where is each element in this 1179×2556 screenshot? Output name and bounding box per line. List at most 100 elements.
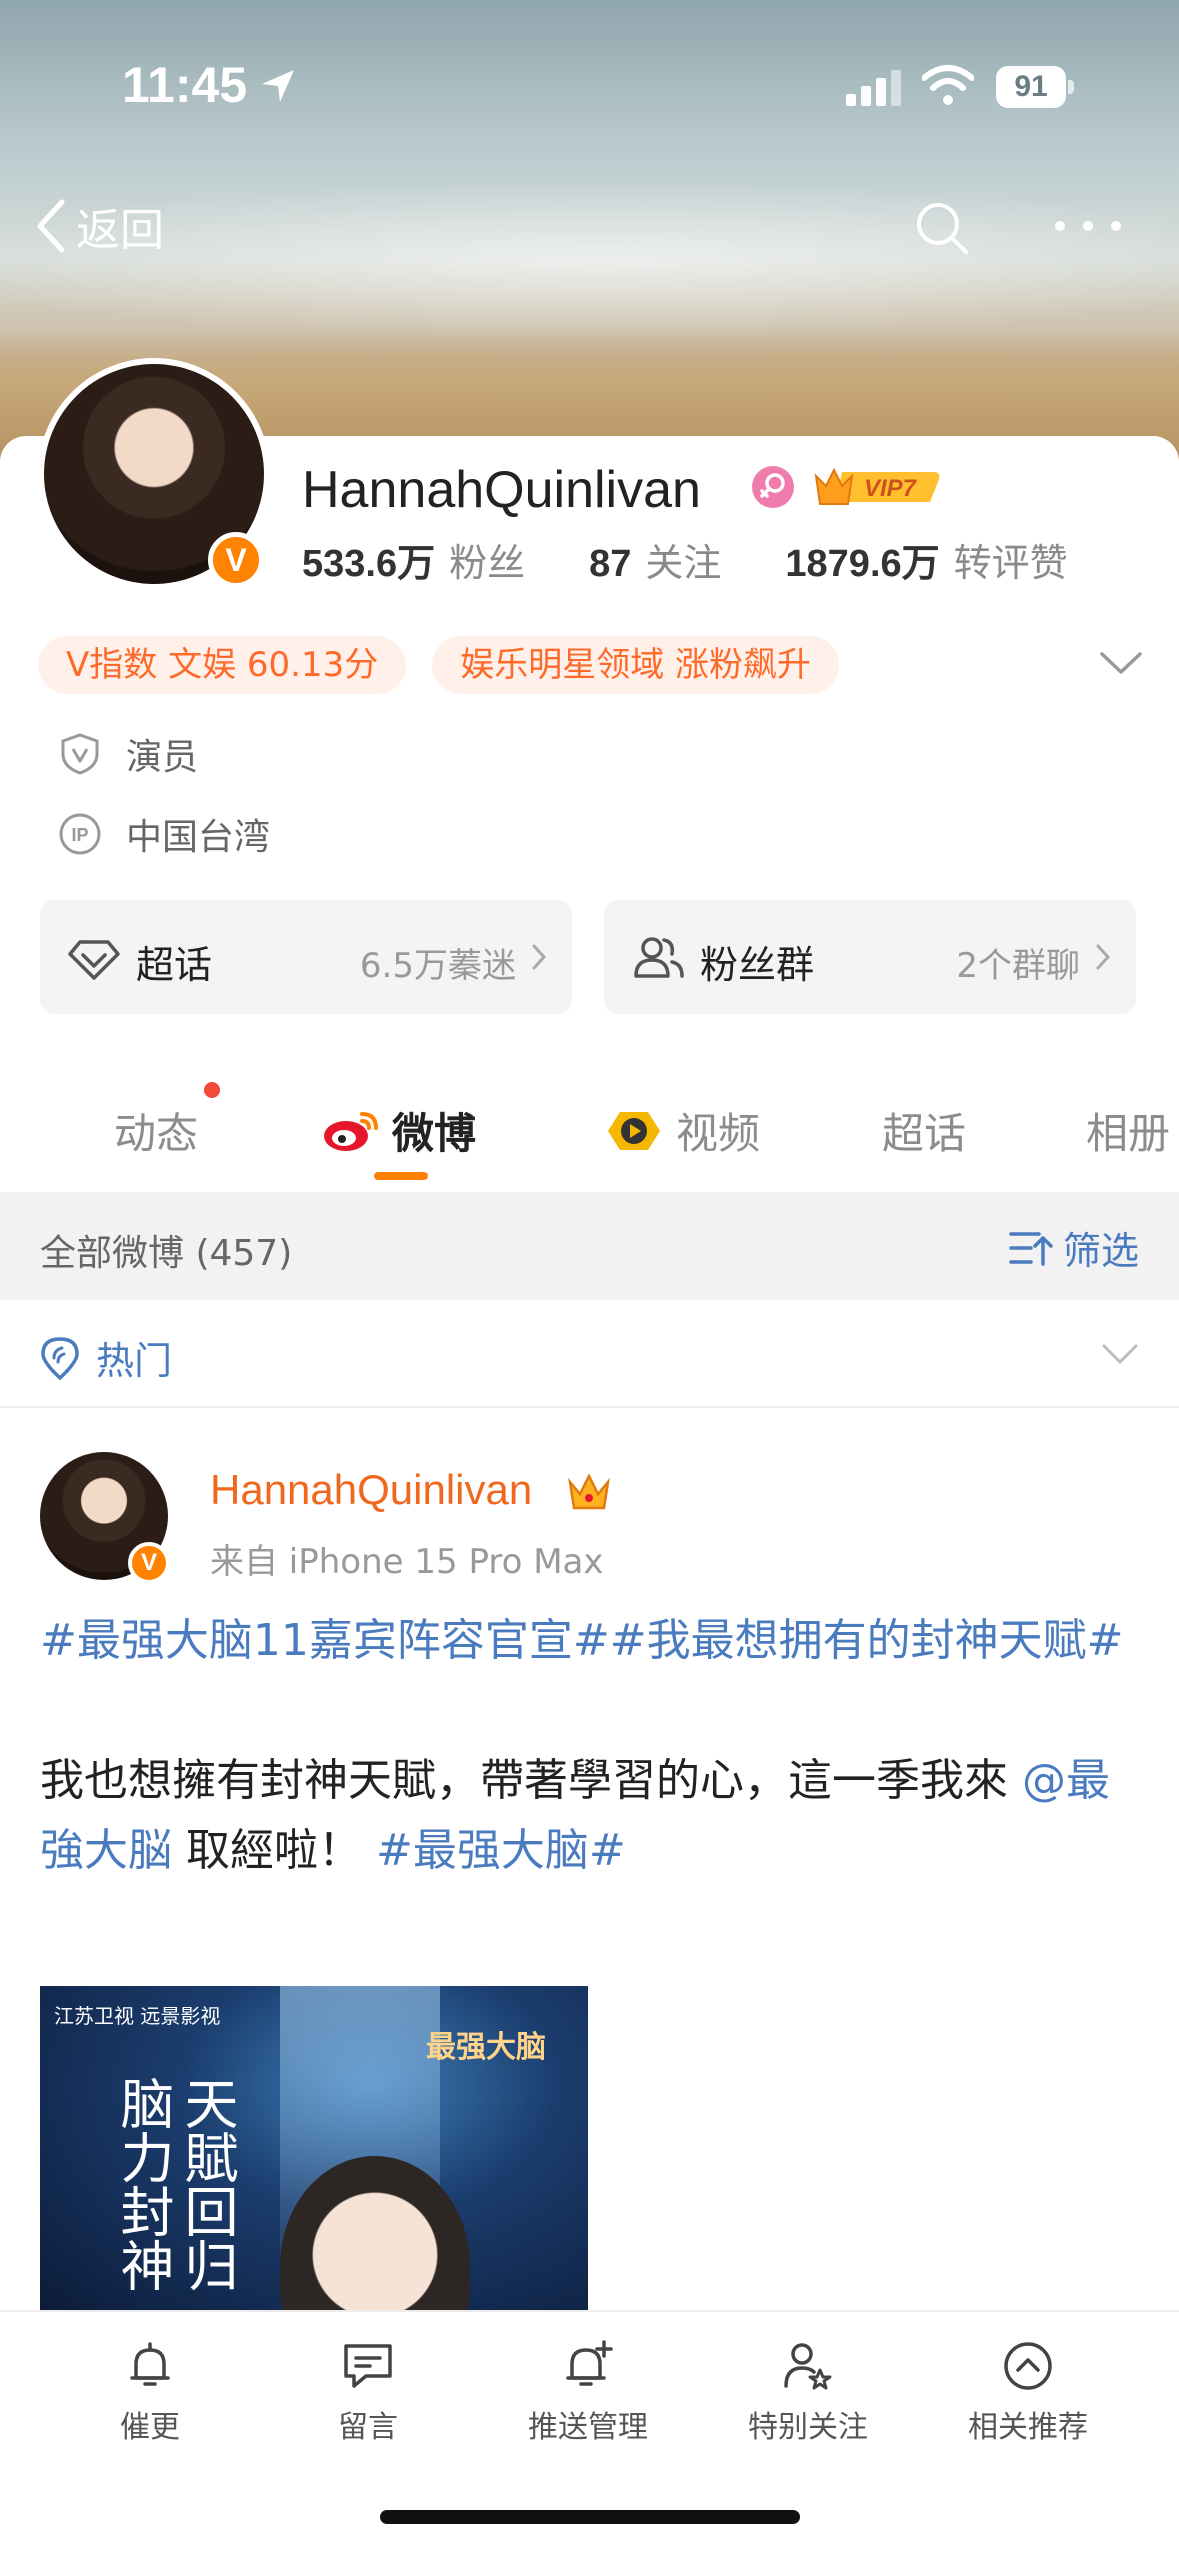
more-options-icon[interactable] [1052, 214, 1124, 238]
group-icon [634, 937, 684, 978]
filter-label: 筛选 [1062, 1229, 1139, 1273]
crown-icon [568, 1473, 610, 1510]
svg-text:IP: IP [71, 825, 88, 845]
image-calligraphy: 天賦回归脑力封神 [111, 2076, 238, 2292]
image-logo-right: 最强大脑 [426, 2030, 546, 2065]
topic-link[interactable]: #我最想拥有的封神天赋# [610, 1615, 1124, 1666]
wifi-icon [922, 65, 974, 105]
status-bar: 11:45 91 [0, 52, 1179, 122]
location-arrow-icon [262, 70, 294, 102]
vip-badge[interactable]: VIP7 [812, 462, 944, 512]
feed-filter-bar: 全部微博 (457) 筛选 [0, 1192, 1179, 1300]
cellular-signal-icon [846, 70, 901, 106]
status-time: 11:45 [122, 57, 248, 113]
chevron-left-icon [37, 199, 65, 253]
bottom-bar-label: 催更 [120, 2410, 180, 2445]
v-index-chip[interactable]: V指数 文娱 60.13分 [38, 636, 407, 694]
entry-title: 超话 [136, 943, 213, 987]
sort-label: 热门 [96, 1339, 173, 1383]
home-indicator[interactable] [380, 2510, 800, 2524]
female-gender-icon [752, 466, 794, 508]
topic-link[interactable]: #最强大脑11嘉宾阵容官宣# [40, 1615, 610, 1666]
ip-location-row: IP 中国台湾 [58, 808, 270, 860]
domain-rank-chip[interactable]: 娱乐明星领域 涨粉飙升 [432, 636, 840, 694]
chevron-down-icon[interactable] [1100, 1342, 1140, 1368]
entry-title: 粉丝群 [700, 943, 815, 987]
chevron-up-circle-icon [1004, 2342, 1052, 2390]
stat-interactions[interactable]: 1879.6万 转评赞 [785, 532, 1067, 587]
bottom-bar-label: 留言 [338, 2410, 398, 2445]
post-text-segment: 我也想擁有封神天賦，帶著學習的心，這一季我來 [40, 1755, 1008, 1806]
stat-label: 转评赞 [953, 541, 1068, 585]
sort-hot[interactable]: 热门 [40, 1330, 172, 1385]
video-play-icon [608, 1111, 660, 1150]
stat-value: 1879.6万 [785, 543, 940, 585]
post-text-segment: 取經啦！ [172, 1825, 362, 1876]
post-body: #最强大脑11嘉宾阵容官宣##我最想拥有的封神天赋# 我也想擁有封神天賦，帶著學… [40, 1606, 1140, 1886]
battery-indicator: 91 [996, 66, 1074, 108]
tab-label: 微博 [392, 1109, 477, 1158]
battery-nub [1068, 80, 1074, 94]
topic-link[interactable]: #最强大脑# [376, 1825, 626, 1876]
bell-plus-icon [566, 2340, 613, 2386]
tab-label: 动态 [114, 1109, 199, 1158]
verified-shield-icon [61, 733, 99, 775]
bottom-bar-label: 特别关注 [748, 2410, 868, 2445]
diamond-icon [68, 940, 120, 980]
tab-dynamics[interactable]: 动态 [114, 1100, 198, 1161]
sort-bar[interactable]: 热门 [0, 1300, 1179, 1408]
tab-video[interactable]: 视频 [604, 1100, 760, 1161]
nav-bar: 返回 [0, 190, 1179, 260]
profile-stats: 533.6万 粉丝 87 关注 1879.6万 转评赞 [302, 532, 1132, 587]
post-source: 来自 iPhone 15 Pro Max [210, 1542, 604, 1582]
occupation-label: 演员 [126, 737, 199, 778]
back-button[interactable]: 返回 [34, 196, 164, 256]
profile-name: HannahQuinlivan [302, 461, 701, 519]
hot-location-icon [41, 1336, 79, 1380]
vip-crown-icon: VIP7 [814, 467, 940, 505]
chevron-down-icon[interactable] [1098, 648, 1144, 678]
stat-following[interactable]: 87 关注 [589, 532, 721, 587]
chevron-right-icon [532, 944, 547, 970]
message-bubble-icon [344, 2344, 392, 2388]
tab-label: 视频 [676, 1109, 761, 1158]
user-star-icon [784, 2343, 832, 2390]
entry-subtitle: 2个群聊 [956, 946, 1080, 986]
search-icon[interactable] [912, 198, 972, 258]
filter-icon [1009, 1231, 1053, 1266]
push-settings-button[interactable]: 推送管理 [488, 2338, 688, 2446]
bottom-bar-label: 相关推荐 [968, 2410, 1088, 2445]
battery-level: 91 [1014, 70, 1048, 103]
image-logo-left: 江苏卫视 远景影视 [54, 2004, 221, 2028]
verified-badge-icon: V [128, 1542, 170, 1584]
tab-album[interactable]: 相册 [1086, 1100, 1170, 1161]
profile-chips: V指数 文娱 60.13分 娱乐明星领域 涨粉飙升 [38, 636, 865, 694]
filter-button[interactable]: 筛选 [1009, 1220, 1139, 1275]
tab-label: 超话 [882, 1109, 967, 1158]
tab-label: 相册 [1086, 1109, 1171, 1158]
stat-followers[interactable]: 533.6万 粉丝 [302, 532, 525, 587]
special-follow-button[interactable]: 特别关注 [708, 2338, 908, 2446]
related-recommend-button[interactable]: 相关推荐 [928, 2338, 1128, 2446]
stat-label: 粉丝 [449, 541, 526, 585]
post-author-name[interactable]: HannahQuinlivan [210, 1466, 532, 1514]
tab-super-topic[interactable]: 超话 [882, 1100, 966, 1161]
tab-weibo[interactable]: 微博 [322, 1100, 476, 1161]
bell-icon [130, 2342, 170, 2386]
post-count: 全部微博 (457) [40, 1233, 293, 1274]
super-topic-entry[interactable]: 超话 6.5万蓁迷 [40, 900, 572, 1014]
back-label: 返回 [76, 205, 164, 256]
unread-dot [204, 1082, 220, 1098]
profile-tabs: 动态 微博 视频 超话 相册 [0, 1080, 1179, 1190]
verified-badge-icon: V [208, 532, 264, 588]
fan-group-entry[interactable]: 粉丝群 2个群聊 [604, 900, 1136, 1014]
active-tab-indicator [374, 1172, 428, 1180]
post-image[interactable]: 江苏卫视 远景影视 最强大脑 天賦回归脑力封神 [40, 1986, 588, 2312]
occupation-row: 演员 [58, 728, 198, 780]
ip-location-label: 中国台湾 [126, 817, 271, 858]
message-button[interactable]: 留言 [268, 2338, 468, 2446]
stat-value: 533.6万 [302, 543, 436, 585]
stat-value: 87 [589, 543, 632, 585]
chevron-right-icon [1096, 944, 1111, 970]
remind-update-button[interactable]: 催更 [50, 2338, 250, 2446]
